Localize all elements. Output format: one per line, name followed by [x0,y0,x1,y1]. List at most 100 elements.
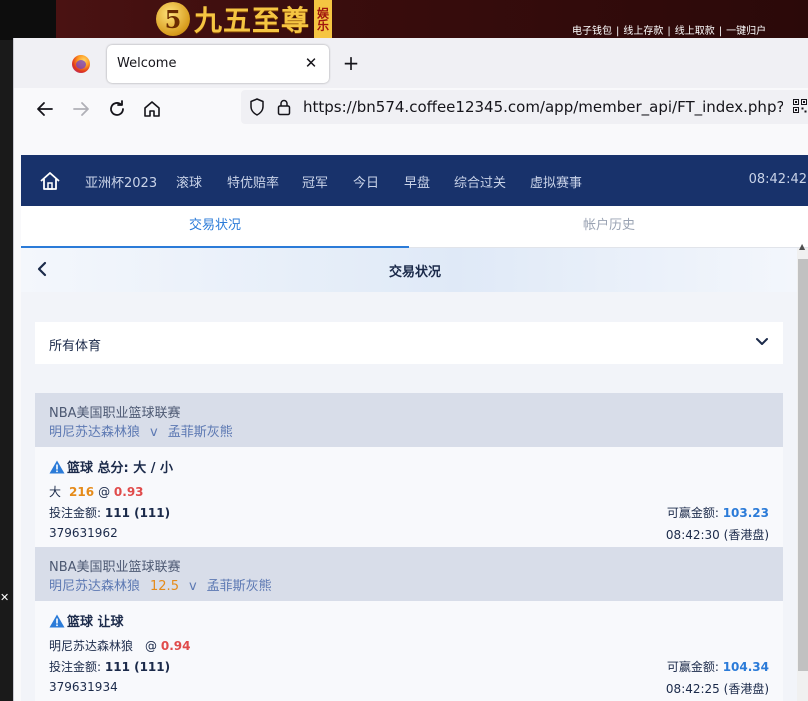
pick-line: 216 [69,485,95,499]
win-label: 可赢金额: [666,506,719,520]
close-icon[interactable]: ✕ [0,592,9,604]
home-icon[interactable] [39,171,61,191]
close-icon[interactable]: ✕ [301,53,321,73]
home-team: 明尼苏达森林狼 [49,425,141,440]
win-label: 可赢金额: [666,660,719,674]
bet-list-area: 所有体育 NBA美国职业篮球联赛 明尼苏达森林狼 v 孟菲斯灰熊 篮球 总分: 大 … [21,292,808,701]
home-team: 明尼苏达森林狼 [49,579,141,594]
bet-card: NBA美国职业篮球联赛 明尼苏达森林狼 12.5 v 孟菲斯灰熊 篮球 让球 明尼苏达… [35,547,783,701]
bet-pick: 大 216 @ 0.93 [49,483,144,500]
vs-label: v [150,425,158,440]
page-content: 亚洲杯2023 滚球 特优赔率 冠军 今日 早盘 综合过关 虚拟赛事 08:42… [21,155,808,701]
stake-amount: 111 (111) [104,506,171,520]
pick-label: 明尼苏达森林狼 [49,639,134,653]
pick-odds: 0.94 [160,639,191,653]
pick-odds: 0.93 [113,485,144,499]
background-left-strip [0,0,56,40]
shield-icon[interactable] [249,98,265,116]
bet-card-header: NBA美国职业篮球联赛 明尼苏达森林狼 v 孟菲斯灰熊 [35,393,783,447]
plus-icon[interactable]: + [340,52,362,74]
tab-bar: Welcome ✕ + [14,38,808,88]
link-withdraw[interactable]: 线上取款 [675,26,715,37]
nav-item-best-odds[interactable]: 特优赔率 [227,172,279,191]
stake-row: 投注金额: 111 (111) [49,504,170,521]
bet-pick: 明尼苏达森林狼 @ 0.94 [49,637,190,654]
bet-type-label: 篮球 总分: 大 / 小 [67,461,174,476]
bet-time: 08:42:30 (香港盘) [665,528,769,542]
top-links: 电子钱包 | 线上存款 | 线上取款 | 一键归户 [572,22,766,37]
nav-item-virtual[interactable]: 虚拟赛事 [530,172,582,191]
stake-label: 投注金额: [49,660,102,674]
chevron-down-icon [756,338,768,345]
bet-type-label: 篮球 让球 [67,615,124,630]
separator: | [616,26,620,37]
page-title: 交易状况 [388,265,441,280]
ticket-id: 379631934 [49,680,118,694]
ticket-id: 379631962 [49,526,118,540]
reload-icon[interactable] [104,96,130,122]
warning-icon [49,460,65,474]
nav-item-early[interactable]: 早盘 [404,172,430,191]
scroll-up-arrow[interactable]: ▲ [799,242,807,251]
navigation-toolbar: https://bn574.coffee12345.com/app/member… [14,88,808,130]
nav-item-asian-cup[interactable]: 亚洲杯2023 [85,172,157,191]
bet-card: NBA美国职业篮球联赛 明尼苏达森林狼 v 孟菲斯灰熊 篮球 总分: 大 / 小 大… [35,393,783,547]
logo-text: 九五至尊 [194,4,311,37]
page-header: 交易状况 [21,248,808,292]
sport-filter-value: 所有体育 [49,339,102,354]
link-transfer[interactable]: 一键归户 [726,26,766,37]
win-row: 可赢金额: 104.34 [667,658,769,675]
url-bar[interactable]: https://bn574.coffee12345.com/app/member… [241,90,808,124]
vs-label: v [188,579,197,594]
nav-item-live[interactable]: 滚球 [176,172,202,191]
tab-title: Welcome [117,56,177,71]
tab-transactions[interactable]: 交易状况 [21,206,409,248]
tab-welcome[interactable]: Welcome ✕ [107,45,329,83]
sub-tabs: 交易状况 帐户历史 [21,206,808,248]
bet-type: 篮球 总分: 大 / 小 [49,457,173,476]
logo-tag: 娱乐 [314,0,333,38]
clock: 08:42:42 [748,172,807,187]
win-amount: 103.23 [722,506,769,520]
at-sign: @ [145,639,158,653]
match-teams: 明尼苏达森林狼 12.5 v 孟菲斯灰熊 [49,575,272,594]
firefox-icon[interactable] [72,55,90,73]
stake-amount: 111 (111) [104,660,171,674]
nav-item-parlay[interactable]: 综合过关 [454,172,506,191]
link-wallet[interactable]: 电子钱包 [572,26,612,37]
bet-card-header: NBA美国职业篮球联赛 明尼苏达森林狼 12.5 v 孟菲斯灰熊 [35,547,783,601]
lock-icon[interactable] [277,98,291,116]
home-icon[interactable] [139,96,165,122]
nav-item-today[interactable]: 今日 [353,172,379,191]
bet-time: 08:42:25 (香港盘) [665,682,769,696]
url-text: https://bn574.coffee12345.com/app/member… [303,98,783,116]
match-teams: 明尼苏达森林狼 v 孟菲斯灰熊 [49,421,233,440]
back-icon[interactable] [32,96,58,122]
away-team: 孟菲斯灰熊 [167,425,233,440]
separator: | [667,26,671,37]
browser-window: Welcome ✕ + https://bn574.coffee12345.co… [13,38,808,701]
bet-type: 篮球 让球 [49,611,124,630]
site-logo: 5 九五至尊 娱乐 [156,0,333,38]
background-site-banner: 5 九五至尊 娱乐 电子钱包 | 线上存款 | 线上取款 | 一键归户 [0,0,808,40]
league-name: NBA美国职业篮球联赛 [49,560,181,575]
tab-account-history[interactable]: 帐户历史 [409,206,808,248]
sport-filter-select[interactable]: 所有体育 [35,322,783,364]
site-navigation: 亚洲杯2023 滚球 特优赔率 冠军 今日 早盘 综合过关 虚拟赛事 08:42… [21,155,808,206]
logo-badge: 5 [156,2,190,36]
at-sign: @ [98,485,111,499]
warning-icon [49,614,65,628]
pick-label: 大 [49,485,62,499]
forward-icon[interactable] [68,96,94,122]
qr-icon[interactable] [793,99,807,113]
away-team: 孟菲斯灰熊 [206,579,272,594]
stake-label: 投注金额: [49,506,102,520]
scrollbar-thumb[interactable] [798,259,808,671]
win-row: 可赢金额: 103.23 [667,504,769,521]
stake-row: 投注金额: 111 (111) [49,658,170,675]
link-deposit[interactable]: 线上存款 [623,26,663,37]
league-name: NBA美国职业篮球联赛 [49,406,181,421]
handicap: 12.5 [150,579,179,594]
separator: | [718,26,723,37]
nav-item-champion[interactable]: 冠军 [302,172,328,191]
